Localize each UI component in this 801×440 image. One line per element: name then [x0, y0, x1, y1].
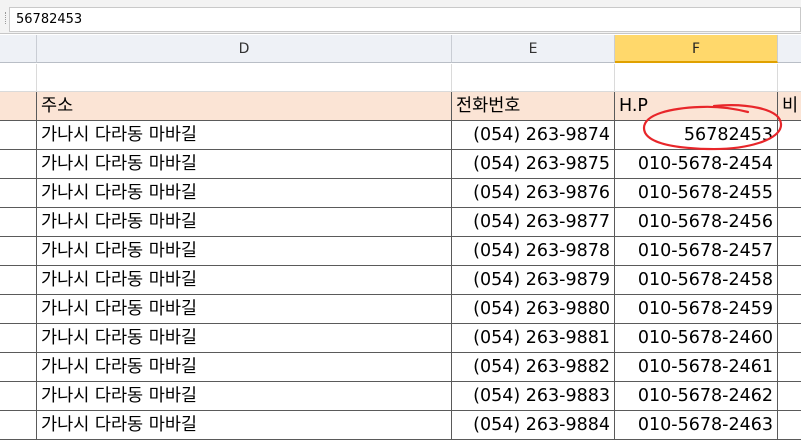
cell-hp[interactable]: 010-5678-2458 — [615, 266, 778, 295]
header-cell-phone[interactable]: 전화번호 — [452, 92, 615, 121]
cell-address[interactable]: 가나시 다라동 마바길 — [37, 208, 452, 237]
header-cell-address[interactable]: 주소 — [37, 92, 452, 121]
column-header-d[interactable]: D — [37, 35, 452, 63]
cell-extra[interactable] — [778, 150, 801, 179]
header-cell-hp[interactable]: H.P — [615, 92, 778, 121]
cell-extra[interactable] — [778, 208, 801, 237]
cell-empty[interactable] — [615, 64, 778, 92]
cell-phone[interactable]: (054) 263-9880 — [452, 295, 615, 324]
cell-extra[interactable] — [778, 411, 801, 440]
cell-address[interactable]: 가나시 다라동 마바길 — [37, 411, 452, 440]
cell-phone[interactable]: (054) 263-9879 — [452, 266, 615, 295]
cell-partial[interactable] — [0, 295, 37, 324]
cell-phone[interactable]: (054) 263-9876 — [452, 179, 615, 208]
cell-address[interactable]: 가나시 다라동 마바길 — [37, 266, 452, 295]
cell-address[interactable]: 가나시 다라동 마바길 — [37, 179, 452, 208]
cell-address[interactable]: 가나시 다라동 마바길 — [37, 237, 452, 266]
cell-partial[interactable] — [0, 353, 37, 382]
cell-phone[interactable]: (054) 263-9878 — [452, 237, 615, 266]
cell-extra[interactable] — [778, 295, 801, 324]
cell-hp[interactable]: 010-5678-2457 — [615, 237, 778, 266]
cell-partial[interactable] — [0, 208, 37, 237]
cell-hp[interactable]: 010-5678-2456 — [615, 208, 778, 237]
cell-hp[interactable]: 010-5678-2455 — [615, 179, 778, 208]
cell-phone[interactable]: (054) 263-9884 — [452, 411, 615, 440]
cell-phone[interactable]: (054) 263-9877 — [452, 208, 615, 237]
cell-hp[interactable]: 010-5678-2463 — [615, 411, 778, 440]
formula-input[interactable]: 56782453 — [9, 7, 801, 32]
cell-extra[interactable] — [778, 382, 801, 411]
cell-phone[interactable]: (054) 263-9881 — [452, 324, 615, 353]
cell-address[interactable]: 가나시 다라동 마바길 — [37, 295, 452, 324]
cell-address[interactable]: 가나시 다라동 마바길 — [37, 353, 452, 382]
cell-hp[interactable]: 010-5678-2454 — [615, 150, 778, 179]
cell-hp[interactable]: 56782453 — [615, 121, 778, 150]
column-header-g-partial[interactable] — [778, 35, 801, 63]
cell-address[interactable]: 가나시 다라동 마바길 — [37, 121, 452, 150]
cell-empty[interactable] — [37, 64, 452, 92]
cell-extra[interactable] — [778, 266, 801, 295]
cell-hp[interactable]: 010-5678-2462 — [615, 382, 778, 411]
cell-address[interactable]: 가나시 다라동 마바길 — [37, 324, 452, 353]
cell-partial[interactable] — [0, 382, 37, 411]
cell-hp[interactable]: 010-5678-2460 — [615, 324, 778, 353]
formula-bar-divider — [0, 12, 6, 24]
cell-empty[interactable] — [778, 64, 801, 92]
cell-address[interactable]: 가나시 다라동 마바길 — [37, 382, 452, 411]
formula-bar: 56782453 — [0, 0, 801, 34]
header-cell-extra[interactable]: 비 — [778, 92, 801, 121]
cell-phone[interactable]: (054) 263-9882 — [452, 353, 615, 382]
cell-extra[interactable] — [778, 121, 801, 150]
cell-extra[interactable] — [778, 353, 801, 382]
cell-partial[interactable] — [0, 237, 37, 266]
cell-partial[interactable] — [0, 411, 37, 440]
header-cell-partial[interactable] — [0, 92, 37, 121]
cell-partial[interactable] — [0, 179, 37, 208]
cell-partial[interactable] — [0, 324, 37, 353]
column-header-c-partial[interactable] — [0, 35, 37, 63]
cell-extra[interactable] — [778, 237, 801, 266]
cell-partial[interactable] — [0, 266, 37, 295]
cell-hp[interactable]: 010-5678-2459 — [615, 295, 778, 324]
cell-extra[interactable] — [778, 179, 801, 208]
cell-partial[interactable] — [0, 150, 37, 179]
column-header-e[interactable]: E — [452, 35, 615, 63]
cell-empty[interactable] — [452, 64, 615, 92]
cell-phone[interactable]: (054) 263-9874 — [452, 121, 615, 150]
cell-extra[interactable] — [778, 324, 801, 353]
column-header-f[interactable]: F — [615, 35, 778, 63]
cell-hp[interactable]: 010-5678-2461 — [615, 353, 778, 382]
cell-phone[interactable]: (054) 263-9883 — [452, 382, 615, 411]
cell-phone[interactable]: (054) 263-9875 — [452, 150, 615, 179]
cell-empty[interactable] — [0, 64, 37, 92]
cell-partial[interactable] — [0, 121, 37, 150]
cell-address[interactable]: 가나시 다라동 마바길 — [37, 150, 452, 179]
